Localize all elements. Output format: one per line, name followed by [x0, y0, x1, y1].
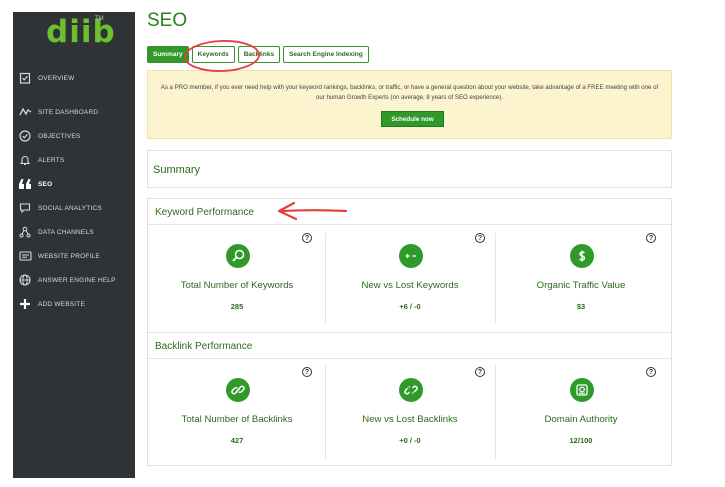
magnifier-icon: [226, 244, 250, 268]
sidebar-item-label: OBJECTIVES: [38, 132, 81, 140]
metric-value: $3: [576, 302, 586, 311]
help-icon[interactable]: ?: [646, 367, 656, 377]
keyword-performance-header: Keyword Performance: [148, 199, 671, 225]
link-icon: [226, 378, 250, 402]
trademark-mark: TM: [95, 16, 104, 22]
metric-label: Total Number of Backlinks: [181, 414, 293, 425]
check-circle-icon: [18, 129, 32, 143]
summary-title: Summary: [153, 164, 201, 176]
metric-total-keywords: ? Total Number of Keywords 285: [152, 227, 322, 330]
backlink-performance-header: Backlink Performance: [148, 333, 671, 359]
help-icon[interactable]: ?: [646, 233, 656, 243]
tab-summary[interactable]: Summary: [147, 46, 189, 63]
chat-bubble-icon: [18, 201, 32, 215]
sidebar-item-label: ANSWER ENGINE HELP: [38, 276, 116, 284]
help-icon[interactable]: ?: [475, 367, 485, 377]
sidebar-item-label: SOCIAL ANALYTICS: [38, 204, 102, 212]
help-icon[interactable]: ?: [475, 233, 485, 243]
certificate-icon: [570, 378, 594, 402]
broken-link-icon: [399, 378, 423, 402]
dollar-icon: [570, 244, 594, 268]
sidebar-item-add-website[interactable]: ADD WEBSITE: [13, 295, 135, 313]
tab-keywords[interactable]: Keywords: [191, 46, 235, 63]
metric-label: New vs Lost Keywords: [361, 280, 459, 291]
metric-total-backlinks: ? Total Number of Backlinks 427: [152, 361, 322, 464]
column-divider: [325, 365, 326, 459]
metric-value: +6 / -0: [399, 302, 421, 311]
sidebar-item-label: DATA CHANNELS: [38, 228, 94, 236]
sidebar-item-label: WEBSITE PROFILE: [38, 252, 100, 260]
plus-icon: [18, 297, 32, 311]
metric-value: 12/100: [569, 436, 593, 445]
network-nodes-icon: [18, 225, 32, 239]
metric-value: +0 / -0: [399, 436, 421, 445]
globe-icon: [18, 273, 32, 287]
summary-card: Summary: [147, 150, 672, 188]
quote-icon: [18, 177, 32, 191]
metric-value: 427: [230, 436, 244, 445]
clipboard-check-icon: [18, 71, 32, 85]
tab-search-engine-indexing[interactable]: Search Engine Indexing: [283, 46, 369, 63]
sidebar-item-objectives[interactable]: OBJECTIVES: [13, 127, 135, 145]
metric-value: 285: [230, 302, 244, 311]
column-divider: [495, 365, 496, 459]
sidebar-item-social-analytics[interactable]: SOCIAL ANALYTICS: [13, 199, 135, 217]
diib-logo[interactable]: diib: [46, 14, 116, 50]
performance-card: Keyword Performance ? Total Number of Ke…: [147, 198, 672, 466]
sidebar-item-label: SITE DASHBOARD: [38, 108, 99, 116]
sidebar-item-overview[interactable]: OVERVIEW: [13, 69, 135, 87]
sidebar-item-seo[interactable]: SEO: [13, 175, 135, 193]
sidebar-item-alerts[interactable]: ALERTS: [13, 151, 135, 169]
sidebar-item-label: OVERVIEW: [38, 74, 75, 82]
column-divider: [325, 233, 326, 324]
activity-pulse-icon: [18, 105, 32, 119]
column-divider: [495, 233, 496, 324]
schedule-now-button[interactable]: Schedule now: [381, 111, 444, 127]
seo-tabs: Summary Keywords Backlinks Search Engine…: [147, 46, 369, 63]
id-card-icon: [18, 249, 32, 263]
plus-minus-icon: [399, 244, 423, 268]
metric-label: Organic Traffic Value: [536, 280, 626, 291]
pro-member-banner: As a PRO member, if you ever need help w…: [147, 70, 672, 139]
sidebar-item-label: SEO: [38, 180, 53, 188]
metric-domain-authority: ? Domain Authority 12/100: [496, 361, 666, 464]
sidebar: diib TM OVERVIEW SITE DASHBOARD OBJECTIV…: [13, 12, 135, 478]
help-icon[interactable]: ?: [302, 367, 312, 377]
sidebar-item-label: ADD WEBSITE: [38, 300, 85, 308]
metric-organic-traffic-value: ? Organic Traffic Value $3: [496, 227, 666, 330]
help-icon[interactable]: ?: [302, 233, 312, 243]
metric-new-vs-lost-keywords: ? New vs Lost Keywords +6 / -0: [325, 227, 495, 330]
sidebar-item-site-dashboard[interactable]: SITE DASHBOARD: [13, 103, 135, 121]
section-title: Backlink Performance: [155, 341, 253, 352]
metric-label: Domain Authority: [544, 414, 618, 425]
page-title: SEO: [147, 10, 188, 31]
tab-backlinks[interactable]: Backlinks: [237, 46, 281, 63]
banner-text: As a PRO member, if you ever need help w…: [160, 84, 659, 101]
sidebar-item-answer-engine-help[interactable]: ANSWER ENGINE HELP: [13, 271, 135, 289]
sidebar-item-data-channels[interactable]: DATA CHANNELS: [13, 223, 135, 241]
section-title: Keyword Performance: [155, 207, 254, 218]
metric-label: Total Number of Keywords: [180, 280, 294, 291]
bell-icon: [18, 153, 32, 167]
metric-new-vs-lost-backlinks: ? New vs Lost Backlinks +0 / -0: [325, 361, 495, 464]
metric-label: New vs Lost Backlinks: [362, 414, 458, 425]
sidebar-item-label: ALERTS: [38, 156, 65, 164]
sidebar-item-website-profile[interactable]: WEBSITE PROFILE: [13, 247, 135, 265]
